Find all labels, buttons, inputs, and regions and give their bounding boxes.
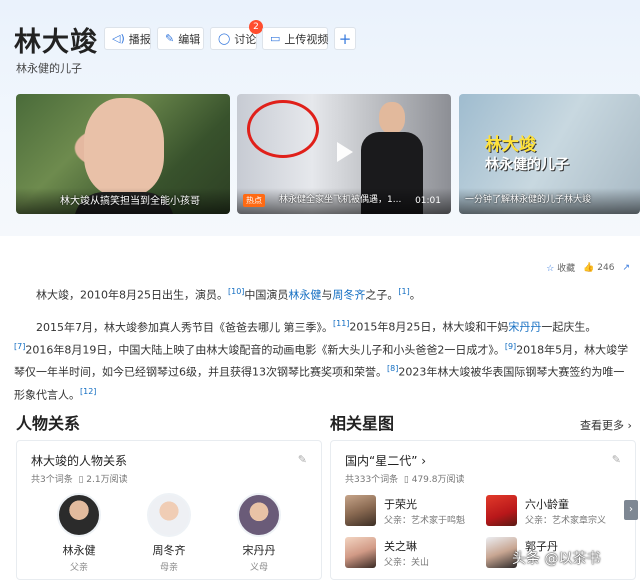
page-subtitle: 林永健的儿子 bbox=[16, 62, 82, 75]
video-camera-icon: ▭ bbox=[270, 32, 281, 45]
star-item[interactable]: 六小龄童 父亲：艺术家章宗义 bbox=[486, 495, 626, 529]
star-avatar bbox=[345, 495, 376, 526]
video-overlay-name: 林大竣 bbox=[485, 135, 536, 155]
video-title-1: 林大竣从搞笑担当到全能小孩哥 bbox=[60, 196, 200, 207]
play-audio-button[interactable]: ◁) 播报 bbox=[104, 27, 151, 50]
reference-link[interactable]: [9] bbox=[505, 342, 516, 351]
like-button[interactable]: 👍 246 bbox=[583, 263, 614, 273]
edit-pencil-icon[interactable]: ✎ bbox=[612, 453, 621, 466]
avatar bbox=[237, 493, 281, 537]
chat-bubble-icon: ◯ bbox=[218, 32, 231, 45]
views-count: 479.8万阅读 bbox=[411, 475, 465, 485]
highlight-circle bbox=[247, 100, 319, 158]
relation-person[interactable]: 宋丹丹 义母 bbox=[229, 493, 289, 573]
relations-heading: 人物关系 bbox=[16, 414, 81, 433]
video-card-3[interactable]: 林大竣 林永健的儿子 一分钟了解林永健的儿子林大竣 bbox=[459, 94, 640, 214]
share-icon[interactable]: ↗ bbox=[622, 263, 630, 273]
intro-text: 一起庆生。 bbox=[541, 320, 597, 334]
intro-text: 2015年8月25日，林大竣和干妈 bbox=[349, 320, 509, 334]
star-name: 关之琳 bbox=[384, 540, 417, 553]
upload-video-button[interactable]: ▭ 上传视频 bbox=[262, 27, 328, 50]
reference-link[interactable]: [11] bbox=[333, 319, 349, 328]
star-desc: 父亲：关山 bbox=[384, 558, 430, 568]
video-caption-2: 林永健全家坐飞机被偶遇，1... bbox=[279, 195, 402, 205]
play-icon[interactable] bbox=[337, 142, 353, 162]
person-name: 林永健 bbox=[62, 544, 96, 557]
reference-link[interactable]: [7] bbox=[14, 342, 25, 351]
discuss-count-badge: 2 bbox=[249, 20, 263, 34]
edit-button[interactable]: ✎ 编辑 bbox=[157, 27, 204, 50]
header-banner: 林大竣 林永健的儿子 ◁) 播报 ✎ 编辑 ◯ 讨论 2 ▭ 上传视频 + 林大… bbox=[0, 0, 640, 236]
watermark: 头条 @以茶书 bbox=[512, 551, 601, 567]
intro-text: 2016年8月19日，中国大陆上映了由林大竣配音的动画电影《新大头儿子和小头爸爸… bbox=[25, 343, 505, 357]
add-button[interactable]: + bbox=[334, 27, 356, 50]
person-role: 义母 bbox=[249, 563, 268, 573]
video-card-1[interactable]: 林大竣从搞笑担当到全能小孩哥 bbox=[16, 94, 230, 214]
intro-text: 林大竣，2010年8月25日出生，演员。 bbox=[36, 288, 228, 302]
person-link-zhou-dongqi[interactable]: 周冬齐 bbox=[332, 289, 365, 302]
speaker-icon: ◁) bbox=[112, 32, 125, 45]
avatar bbox=[147, 493, 191, 537]
entries-count: 共3个词条 bbox=[31, 475, 73, 485]
person-link-lin-yongjian[interactable]: 林永健 bbox=[288, 289, 321, 302]
thumbs-up-icon: 👍 bbox=[583, 262, 595, 273]
stars-panel-title[interactable]: 国内“星二代” › bbox=[345, 452, 426, 469]
star-desc: 父亲：艺术家章宗义 bbox=[525, 516, 607, 526]
reference-link[interactable]: [12] bbox=[80, 387, 96, 396]
person-name: 周冬齐 bbox=[152, 544, 186, 557]
star-item[interactable]: 关之琳 父亲：关山 bbox=[345, 537, 485, 571]
relations-meta: 共3个词条 ▯ 2.1万阅读 bbox=[31, 475, 128, 485]
entries-count: 共333个词条 bbox=[345, 475, 399, 485]
see-more-link[interactable]: 查看更多 › bbox=[580, 417, 632, 433]
reference-link[interactable]: [8] bbox=[387, 364, 398, 373]
upload-video-label: 上传视频 bbox=[284, 32, 329, 46]
star-item[interactable]: 于荣光 父亲：艺术家于鸣魁 bbox=[345, 495, 485, 529]
intro-text: 之子。 bbox=[365, 288, 399, 302]
video-duration: 01:01 bbox=[415, 196, 441, 206]
video-thumbnail-child-face bbox=[84, 98, 164, 196]
star-avatar bbox=[486, 495, 517, 526]
video-card-2[interactable]: 热点 林永健全家坐飞机被偶遇，1... 01:01 bbox=[237, 94, 451, 214]
edit-label: 编辑 bbox=[178, 32, 201, 46]
pencil-icon: ✎ bbox=[165, 32, 175, 45]
intro-text: 2015年7月，林大竣参加真人秀节目《爸爸去哪儿 第三季》。 bbox=[36, 320, 333, 334]
stars-meta: 共333个词条 ▯ 479.8万阅读 bbox=[345, 475, 465, 485]
hot-tag: 热点 bbox=[243, 194, 265, 207]
like-count: 246 bbox=[597, 262, 615, 273]
next-arrow-icon[interactable]: › bbox=[624, 500, 638, 520]
edit-pencil-icon[interactable]: ✎ bbox=[298, 453, 307, 466]
collect-button[interactable]: ☆ 收藏 bbox=[546, 261, 575, 274]
play-audio-label: 播报 bbox=[128, 32, 151, 46]
person-name: 宋丹丹 bbox=[242, 544, 276, 557]
collect-label: 收藏 bbox=[557, 264, 576, 274]
plus-icon: + bbox=[338, 29, 352, 48]
video-overlay-subtitle: 林永健的儿子 bbox=[485, 157, 569, 173]
relation-person[interactable]: 周冬齐 母亲 bbox=[139, 493, 199, 573]
reference-link[interactable]: [10] bbox=[228, 287, 244, 296]
intro-paragraph-1: 林大竣，2010年8月25日出生，演员。[10]中国演员林永健与周冬齐之子。[1… bbox=[14, 282, 632, 305]
intro-paragraph-2: 2015年7月，林大竣参加真人秀节目《爸爸去哪儿 第三季》。[11]2015年8… bbox=[14, 314, 632, 405]
intro-text: 中国演员 bbox=[244, 288, 289, 302]
relation-person[interactable]: 林永健 父亲 bbox=[49, 493, 109, 573]
stars-heading: 相关星图 bbox=[330, 414, 395, 433]
video-caption-3: 一分钟了解林永健的儿子林大竣 bbox=[465, 195, 592, 205]
entry-actions: ☆ 收藏 👍 246 ↗ bbox=[546, 261, 630, 275]
intro-text: 与 bbox=[321, 288, 333, 302]
star-name: 六小龄童 bbox=[525, 498, 569, 511]
intro-text: 。 bbox=[409, 288, 421, 302]
star-name: 于荣光 bbox=[384, 498, 417, 511]
avatar bbox=[57, 493, 101, 537]
page-title: 林大竣 bbox=[14, 27, 98, 58]
star-icon: ☆ bbox=[546, 264, 555, 274]
person-link-song-dandan[interactable]: 宋丹丹 bbox=[508, 321, 541, 334]
star-avatar bbox=[345, 537, 376, 568]
person-role: 父亲 bbox=[69, 563, 88, 573]
person-role: 母亲 bbox=[159, 563, 178, 573]
relations-panel: 林大竣的人物关系 共3个词条 ▯ 2.1万阅读 ✎ 林永健 父亲 周冬齐 母亲 … bbox=[16, 440, 322, 580]
views-count: 2.1万阅读 bbox=[86, 475, 128, 485]
star-desc: 父亲：艺术家于鸣魁 bbox=[384, 516, 466, 526]
reference-link[interactable]: [1] bbox=[398, 287, 409, 296]
relations-panel-title[interactable]: 林大竣的人物关系 bbox=[31, 452, 127, 469]
